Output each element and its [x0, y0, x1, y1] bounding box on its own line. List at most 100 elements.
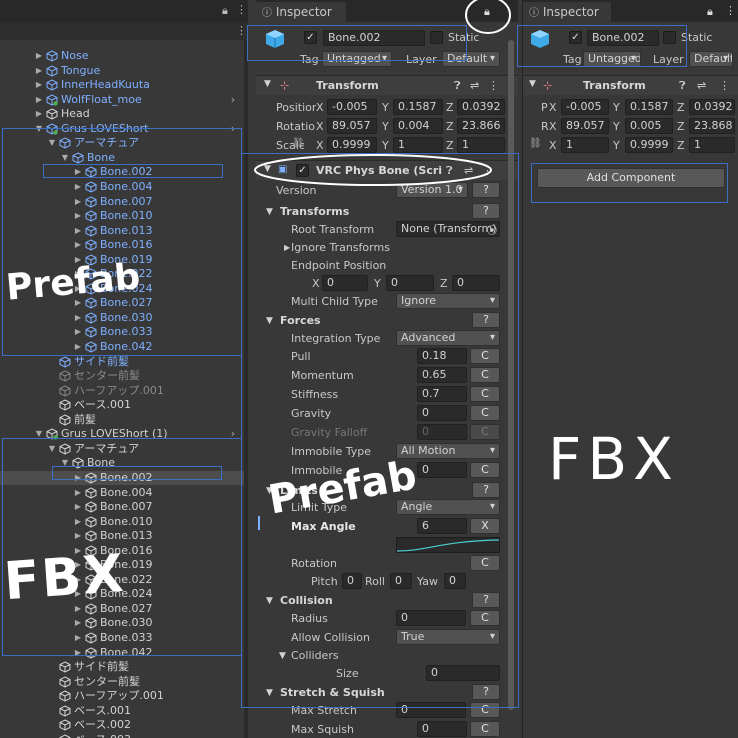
- rotation-y[interactable]: 0.004: [393, 118, 443, 134]
- menu-icon[interactable]: ⋮: [719, 79, 730, 92]
- expand-arrow-open-icon[interactable]: ▼: [60, 151, 70, 165]
- menu-icon[interactable]: ⋮: [236, 3, 247, 16]
- expand-arrow-icon[interactable]: ▶: [73, 195, 83, 209]
- menu-icon[interactable]: ⋮: [482, 164, 493, 177]
- expand-arrow-icon[interactable]: ▶: [73, 602, 83, 616]
- layer-dropdown[interactable]: Default: [442, 51, 500, 67]
- position-x[interactable]: -0.005: [561, 99, 609, 115]
- rotation-x[interactable]: 89.057: [327, 118, 377, 134]
- max-squish-field[interactable]: 0: [417, 721, 467, 737]
- foldout-arrow-icon[interactable]: ▶: [284, 243, 290, 252]
- hierarchy-item[interactable]: ▶ Bone.007: [0, 195, 244, 209]
- foldout-arrow-icon[interactable]: ▼: [266, 688, 273, 698]
- expand-arrow-icon[interactable]: ▶: [73, 616, 83, 630]
- gameobject-cube-icon[interactable]: [529, 28, 551, 50]
- max-stretch-field[interactable]: 0: [396, 702, 466, 718]
- expand-arrow-icon[interactable]: ▶: [73, 311, 83, 325]
- gameobject-cube-icon[interactable]: [264, 28, 286, 50]
- roll-field[interactable]: 0: [390, 573, 412, 589]
- expand-arrow-open-icon[interactable]: ▼: [34, 427, 44, 441]
- expand-arrow-icon[interactable]: ▶: [73, 165, 83, 179]
- radius-curve-button[interactable]: C: [470, 610, 500, 626]
- root-transform-field[interactable]: None (Transform): [396, 221, 500, 237]
- expand-arrow-open-icon[interactable]: ▼: [47, 442, 57, 456]
- gravity-field[interactable]: 0: [417, 405, 467, 421]
- active-checkbox[interactable]: ✓: [569, 31, 582, 44]
- lock-icon[interactable]: 🔒︎: [222, 4, 228, 18]
- hierarchy-item[interactable]: ▶ Bone.027: [0, 296, 244, 310]
- help-button[interactable]: ?: [472, 482, 500, 498]
- name-field[interactable]: Bone.002: [323, 30, 425, 46]
- scale-z[interactable]: 1: [689, 137, 735, 153]
- hierarchy-item[interactable]: ▶ Nose: [0, 49, 244, 63]
- hierarchy-item[interactable]: ▼ Bone: [0, 456, 244, 470]
- foldout-arrow-icon[interactable]: ▼: [266, 316, 273, 326]
- name-field[interactable]: Bone.002: [587, 30, 659, 46]
- hierarchy-item[interactable]: ▶ Bone.024: [0, 587, 244, 601]
- position-z[interactable]: 0.0392: [689, 99, 735, 115]
- preset-icon[interactable]: ⇌: [470, 79, 479, 92]
- hierarchy-item[interactable]: ▶ Bone.042: [0, 646, 244, 660]
- layer-dropdown[interactable]: Default: [689, 51, 733, 67]
- hierarchy-item[interactable]: ▶ Bone.033: [0, 631, 244, 645]
- expand-arrow-icon[interactable]: ▶: [73, 253, 83, 267]
- foldout-arrow-icon[interactable]: ▼: [266, 596, 273, 606]
- hierarchy-item[interactable]: ▶ Bone.022: [0, 573, 244, 587]
- hierarchy-item[interactable]: ▶ Bone.010: [0, 209, 244, 223]
- version-dropdown[interactable]: Version 1.0: [396, 182, 468, 198]
- hierarchy-item[interactable]: ハーフアップ.001: [0, 689, 244, 703]
- max-angle-field[interactable]: 6: [417, 518, 467, 534]
- endpoint-z[interactable]: 0: [452, 275, 500, 291]
- scale-x[interactable]: 0.9999: [327, 137, 377, 153]
- expand-arrow-icon[interactable]: ▶: [73, 209, 83, 223]
- add-component-button[interactable]: Add Component: [537, 168, 725, 188]
- momentum-curve-button[interactable]: C: [470, 367, 500, 383]
- endpoint-x[interactable]: 0: [322, 275, 368, 291]
- menu-icon[interactable]: ⋮: [488, 79, 499, 92]
- hierarchy-item[interactable]: サイド前髪: [0, 660, 244, 674]
- stiffness-field[interactable]: 0.7: [417, 386, 467, 402]
- hierarchy-item[interactable]: ▶ Bone.016: [0, 238, 244, 252]
- stiffness-curve-button[interactable]: C: [470, 386, 500, 402]
- open-prefab-chevron-icon[interactable]: ›: [228, 427, 238, 441]
- menu-icon[interactable]: ⋮: [725, 4, 736, 17]
- pull-curve-button[interactable]: C: [470, 348, 500, 364]
- open-prefab-chevron-icon[interactable]: ›: [228, 122, 238, 136]
- hierarchy-item[interactable]: ▶ Bone.010: [0, 515, 244, 529]
- hierarchy-item[interactable]: ▶ Bone.033: [0, 325, 244, 339]
- static-checkbox[interactable]: [430, 31, 443, 44]
- expand-arrow-open-icon[interactable]: ▼: [47, 136, 57, 150]
- limit-type-dropdown[interactable]: Angle: [396, 499, 500, 515]
- pitch-field[interactable]: 0: [342, 573, 362, 589]
- hierarchy-item[interactable]: ▶ Bone.019: [0, 253, 244, 267]
- scale-x[interactable]: 1: [561, 137, 609, 153]
- hierarchy-item[interactable]: ▶ Bone.002: [0, 165, 244, 179]
- foldout-arrow-icon[interactable]: ▼: [279, 651, 286, 661]
- immobile-field[interactable]: 0: [417, 462, 467, 478]
- rotation-x[interactable]: 89.057: [561, 118, 609, 134]
- max-angle-curve-button[interactable]: X: [470, 518, 500, 534]
- preset-icon[interactable]: ⇌: [697, 79, 706, 92]
- expand-arrow-open-icon[interactable]: ▼: [60, 456, 70, 470]
- position-y[interactable]: 0.1587: [625, 99, 673, 115]
- expand-arrow-icon[interactable]: ▶: [73, 224, 83, 238]
- expand-arrow-icon[interactable]: ▶: [73, 558, 83, 572]
- hierarchy-item[interactable]: ▼ アーマチュア: [0, 442, 244, 456]
- tab-inspector[interactable]: ⓘ Inspector: [523, 2, 611, 22]
- help-button[interactable]: ?: [472, 312, 500, 328]
- rotation-z[interactable]: 23.868: [689, 118, 735, 134]
- hierarchy-item[interactable]: 前髪: [0, 413, 244, 427]
- hierarchy-item[interactable]: ベース.003: [0, 733, 244, 738]
- object-picker-icon[interactable]: ⦿: [487, 222, 497, 237]
- static-checkbox[interactable]: [663, 31, 676, 44]
- hierarchy-item[interactable]: ▶ Bone.002: [0, 471, 244, 485]
- expand-arrow-icon[interactable]: ▶: [34, 107, 44, 121]
- hierarchy-item[interactable]: ▼ アーマチュア: [0, 136, 244, 150]
- hierarchy-item[interactable]: サイド前髪: [0, 355, 244, 369]
- expand-arrow-icon[interactable]: ▶: [73, 180, 83, 194]
- expand-arrow-icon[interactable]: ▶: [34, 64, 44, 78]
- tag-dropdown[interactable]: Untagged: [322, 51, 392, 67]
- expand-arrow-icon[interactable]: ▶: [73, 646, 83, 660]
- hierarchy-item[interactable]: センター前髪: [0, 369, 244, 383]
- more-icon[interactable]: ⋮: [236, 24, 247, 37]
